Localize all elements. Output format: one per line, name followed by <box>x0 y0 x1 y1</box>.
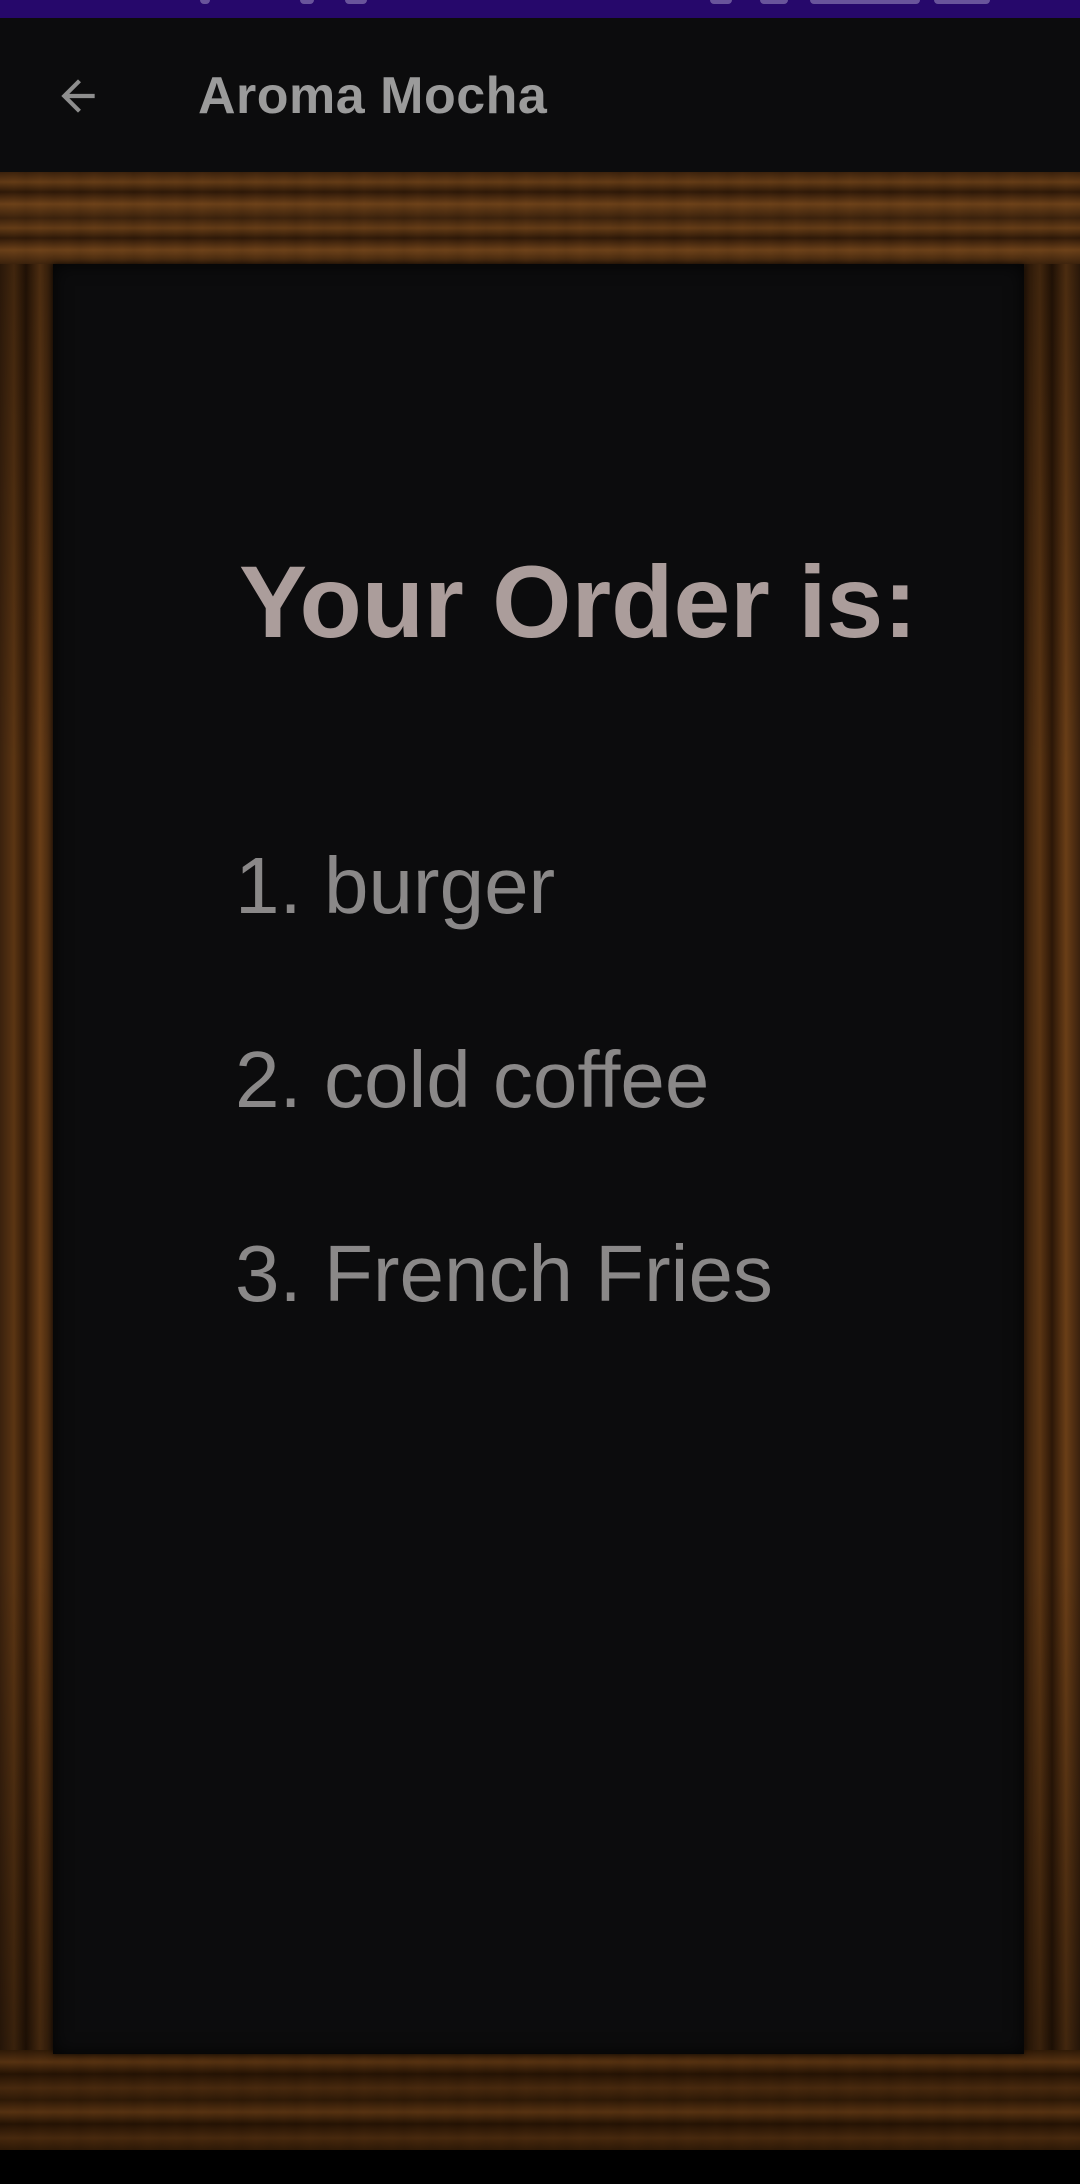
navigation-bar <box>0 2150 1080 2184</box>
app-title: Aroma Mocha <box>198 67 548 125</box>
status-icon <box>200 0 210 4</box>
blackboard: Your Order is: 1. burger 2. cold coffee … <box>53 264 1024 2054</box>
frame-top-edge <box>0 172 1080 264</box>
order-item: 1. burger <box>235 841 556 930</box>
status-icon <box>345 0 367 4</box>
status-icon <box>760 0 788 4</box>
status-icon <box>710 0 732 4</box>
status-bar <box>0 0 1080 18</box>
back-button[interactable] <box>40 58 116 134</box>
order-screen: Aroma Mocha Your Order is: 1. burger 2. … <box>0 0 1080 2184</box>
arrow-left-icon <box>61 79 95 113</box>
order-heading: Your Order is: <box>239 545 918 659</box>
battery-icon <box>934 0 990 4</box>
signal-icon <box>810 0 920 4</box>
frame-bottom-edge <box>0 2050 1080 2150</box>
chalkboard-frame: Your Order is: 1. burger 2. cold coffee … <box>0 172 1080 2150</box>
status-icon <box>300 0 314 4</box>
order-item: 3. French Fries <box>235 1229 773 1318</box>
app-bar: Aroma Mocha <box>0 18 1080 172</box>
order-item: 2. cold coffee <box>235 1035 710 1124</box>
